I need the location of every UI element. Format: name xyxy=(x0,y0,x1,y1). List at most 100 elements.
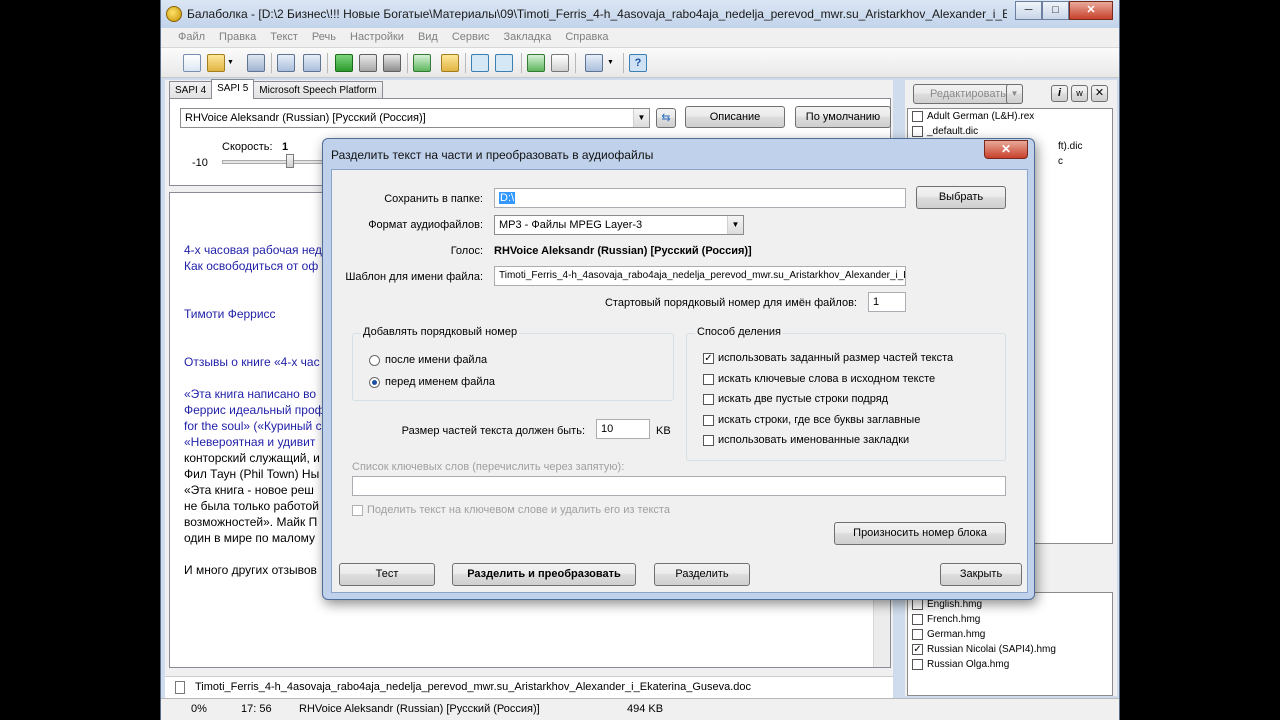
list-item[interactable]: Russian Olga.hmg xyxy=(908,657,1112,672)
speed-slider-thumb[interactable] xyxy=(286,154,294,168)
voice-settings-icon[interactable] xyxy=(585,54,603,72)
menu-help[interactable]: Справка xyxy=(558,28,615,47)
refresh-voices-icon[interactable]: ⇆ xyxy=(656,108,676,128)
text-line: И много других отзывов xyxy=(184,563,317,577)
file-tab[interactable]: Timoti_Ferris_4-h_4asovaja_rabo4aja_nede… xyxy=(195,681,751,693)
open-dropdown-icon[interactable]: ▼ xyxy=(227,54,235,72)
hmg-list: English.hmg French.hmg German.hmg ✓ Russi… xyxy=(907,592,1113,696)
start-number-input[interactable]: 1 xyxy=(868,292,906,312)
choose-button[interactable]: Выбрать xyxy=(916,186,1006,209)
radio-button[interactable] xyxy=(369,354,380,366)
text-line: возможностей». Майк П xyxy=(184,515,318,529)
checkbox[interactable] xyxy=(912,659,923,670)
read-clipboard-icon[interactable] xyxy=(413,54,431,72)
info-icon[interactable]: i xyxy=(1051,85,1068,102)
close-dialog-button[interactable]: Закрыть xyxy=(940,563,1022,586)
radio-before[interactable]: перед именем файла xyxy=(369,376,495,388)
keywords-input[interactable] xyxy=(352,476,1006,496)
dialog-close-icon[interactable]: ✕ xyxy=(984,140,1028,159)
menu-file[interactable]: Файл xyxy=(171,28,212,47)
voice-select[interactable]: RHVoice Aleksandr (Russian) [Русский (Ро… xyxy=(180,108,650,128)
export-audio-icon[interactable] xyxy=(277,54,295,72)
checkbox[interactable] xyxy=(703,393,714,405)
text-line: «Эта книга написано во xyxy=(184,387,317,401)
split-option-size[interactable]: ✓ использовать заданный размер частей тек… xyxy=(703,352,953,364)
text-line: Феррис идеальный проф xyxy=(184,403,325,417)
new-document-icon[interactable] xyxy=(183,54,201,72)
split-option-uppercase[interactable]: искать строки, где все буквы заглавные xyxy=(703,414,920,426)
voice-value: RHVoice Aleksandr (Russian) [Русский (Ро… xyxy=(494,245,752,257)
checkbox[interactable] xyxy=(703,414,714,426)
checkbox[interactable] xyxy=(912,111,923,122)
menu-bookmark[interactable]: Закладка xyxy=(497,28,559,47)
menu-speech[interactable]: Речь xyxy=(305,28,343,47)
batch-convert-icon[interactable] xyxy=(303,54,321,72)
checkbox[interactable] xyxy=(912,599,923,610)
text-view-icon[interactable] xyxy=(471,54,489,72)
tab-sapi4[interactable]: SAPI 4 xyxy=(169,81,213,99)
hmg-name: English.hmg xyxy=(927,599,983,610)
menu-tools[interactable]: Сервис xyxy=(445,28,497,47)
paste-icon[interactable] xyxy=(551,54,569,72)
save-icon[interactable] xyxy=(247,54,265,72)
start-number-value: 1 xyxy=(873,296,880,308)
checkbox[interactable]: ✓ xyxy=(703,352,714,364)
list-item[interactable]: French.hmg xyxy=(908,612,1112,627)
checkbox[interactable] xyxy=(703,373,714,385)
template-value: Timoti_Ferris_4-h_4asovaja_rabo4aja_nede… xyxy=(499,270,906,281)
test-button[interactable]: Тест xyxy=(339,563,435,586)
format-select[interactable]: MP3 - Файлы MPEG Layer-3 ▼ xyxy=(494,215,744,235)
menu-text[interactable]: Текст xyxy=(263,28,305,47)
split-option-bookmarks[interactable]: использовать именованные закладки xyxy=(703,434,909,446)
speed-slider-track[interactable] xyxy=(222,160,332,164)
open-folder-icon[interactable] xyxy=(207,54,225,72)
save-folder-input[interactable]: D:\ xyxy=(494,188,906,208)
remove-icon[interactable]: ✕ xyxy=(1091,85,1108,102)
description-button[interactable]: Описание xyxy=(685,106,785,128)
menu-view[interactable]: Вид xyxy=(411,28,445,47)
help-icon[interactable]: ? xyxy=(629,54,647,72)
tab-speech-platform[interactable]: Microsoft Speech Platform xyxy=(253,81,383,99)
checkbox[interactable] xyxy=(912,629,923,640)
menu-settings[interactable]: Настройки xyxy=(343,28,411,47)
template-input[interactable]: Timoti_Ferris_4-h_4asovaja_rabo4aja_nede… xyxy=(494,266,906,286)
word-icon[interactable]: w xyxy=(1071,85,1088,102)
size-input[interactable]: 10 xyxy=(596,419,650,439)
text-line: конторский служащий, и xyxy=(184,451,320,465)
read-file-icon[interactable] xyxy=(441,54,459,72)
speak-block-number-button[interactable]: Произносить номер блока xyxy=(834,522,1006,545)
copy-icon[interactable] xyxy=(527,54,545,72)
split-on-keyword-option[interactable]: Поделить текст на ключевом слове и удали… xyxy=(352,504,670,516)
page-view-icon[interactable] xyxy=(495,54,513,72)
split-option-keywords[interactable]: искать ключевые слова в исходном тексте xyxy=(703,373,935,385)
checkbox[interactable] xyxy=(912,614,923,625)
split-option-empty-lines[interactable]: искать две пустые строки подряд xyxy=(703,393,888,405)
save-folder-label: Сохранить в папке: xyxy=(384,193,483,205)
pause-icon[interactable] xyxy=(359,54,377,72)
list-item[interactable]: Adult German (L&H).rex xyxy=(908,109,1112,124)
tab-sapi5[interactable]: SAPI 5 xyxy=(211,79,255,99)
minimize-button[interactable]: ─ xyxy=(1015,1,1042,20)
list-item[interactable]: ✓ Russian Nicolai (SAPI4).hmg xyxy=(908,642,1112,657)
maximize-button[interactable]: □ xyxy=(1042,1,1069,20)
checkbox[interactable] xyxy=(703,434,714,446)
checkbox[interactable]: ✓ xyxy=(912,644,923,655)
dict-name: ft).dic xyxy=(1058,141,1083,152)
edit-dropdown-icon[interactable]: ▼ xyxy=(1006,84,1023,104)
split-button[interactable]: Разделить xyxy=(654,563,750,586)
list-item[interactable]: German.hmg xyxy=(908,627,1112,642)
checkbox[interactable] xyxy=(352,504,363,516)
close-button[interactable]: ✕ xyxy=(1069,1,1113,20)
voice-dropdown-icon[interactable]: ▼ xyxy=(607,54,615,72)
default-button[interactable]: По умолчанию xyxy=(795,106,891,128)
split-and-convert-button[interactable]: Разделить и преобразовать xyxy=(452,563,636,586)
radio-button[interactable] xyxy=(369,376,380,388)
menu-edit[interactable]: Правка xyxy=(212,28,263,47)
chevron-down-icon: ▼ xyxy=(633,109,649,127)
title-bar[interactable]: Балаболка - [D:\2 Бизнес\!!! Новые Богат… xyxy=(161,0,1119,28)
stop-icon[interactable] xyxy=(383,54,401,72)
radio-after[interactable]: после имени файла xyxy=(369,354,487,366)
checkbox[interactable] xyxy=(912,126,923,137)
list-item[interactable]: _default.dic xyxy=(908,124,1112,139)
play-icon[interactable] xyxy=(335,54,353,72)
